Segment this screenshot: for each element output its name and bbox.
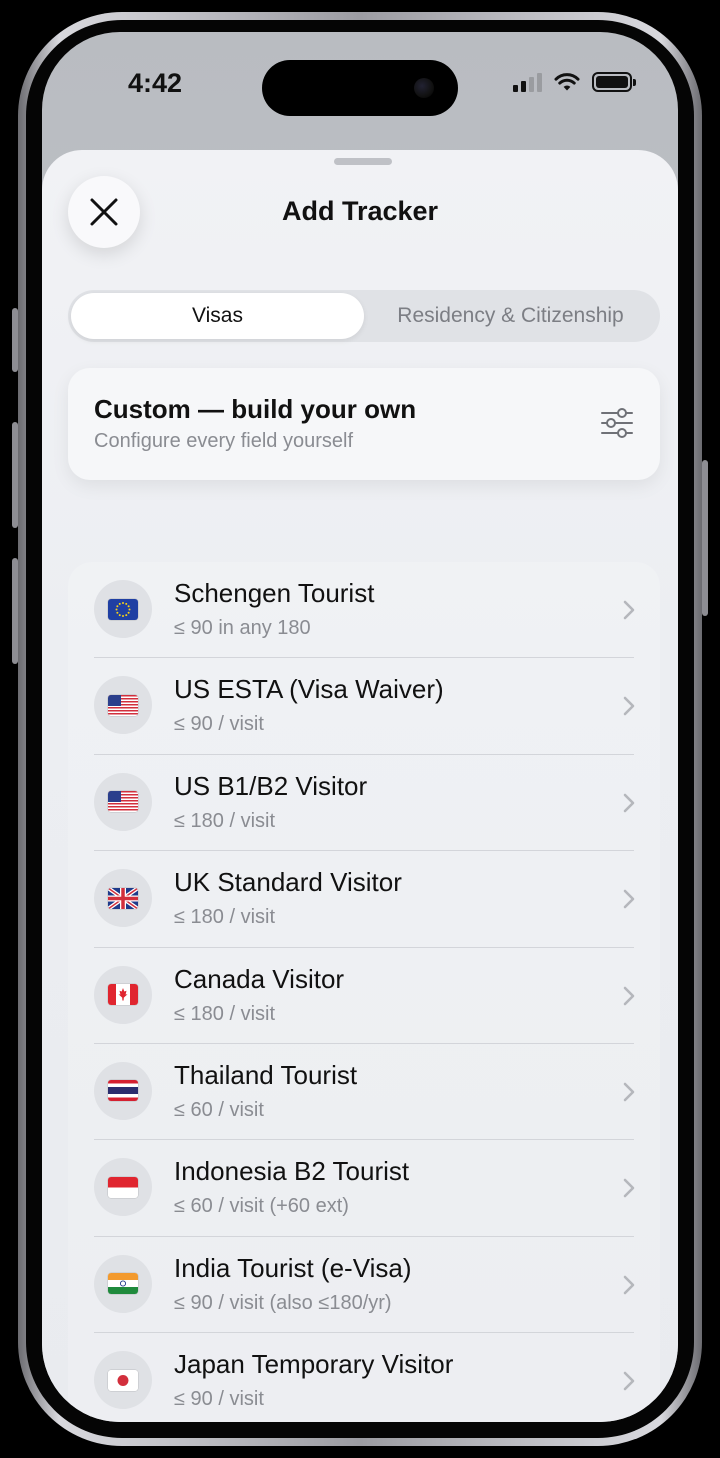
preset-limit: ≤ 60 / visit (+60 ext) (174, 1195, 349, 1218)
preset-title: India Tourist (e-Visa) (174, 1252, 412, 1283)
preset-limit: ≤ 90 in any 180 (174, 617, 311, 639)
sheet-grabber[interactable] (334, 158, 392, 165)
power-button (702, 460, 708, 616)
chevron-right-icon (623, 1275, 635, 1295)
tracker-type-segmented-control: Visas Residency & Citizenship (68, 290, 660, 342)
chevron-right-icon (623, 793, 635, 813)
action-button (12, 308, 18, 372)
preset-title: US ESTA (Visa Waiver) (174, 674, 444, 705)
volume-down-button (12, 558, 18, 664)
preset-limit: ≤ 180 / visit (174, 809, 276, 832)
uk-flag-icon (108, 887, 138, 909)
preset-limit: ≤ 90 / visit (174, 713, 264, 736)
camera-icon (414, 78, 434, 98)
in-flag-icon (108, 1273, 138, 1295)
wifi-icon (554, 73, 580, 91)
preset-row[interactable]: US ESTA (Visa Waiver) ≤ 90 / visit (94, 658, 635, 755)
preset-row[interactable]: Japan Temporary Visitor ≤ 90 / visit (94, 1333, 635, 1422)
flag-badge (94, 1158, 152, 1217)
preset-list: Schengen Tourist ≤ 90 in any 180 US ESTA… (68, 562, 660, 1422)
status-time: 4:42 (128, 68, 183, 98)
preset-limit: ≤ 180 / visit (174, 906, 276, 929)
preset-row[interactable]: US B1/B2 Visitor ≤ 180 / visit (94, 755, 635, 852)
preset-limit: ≤ 180 / visit (174, 1002, 276, 1025)
preset-title: Indonesia B2 Tourist (174, 1156, 410, 1187)
custom-card-title: Custom — build your own (94, 394, 417, 424)
chevron-right-icon (623, 1371, 635, 1391)
dynamic-island (262, 60, 458, 116)
preset-limit: ≤ 90 / visit (also ≤180/yr) (174, 1291, 392, 1314)
preset-row[interactable]: UK Standard Visitor ≤ 180 / visit (94, 851, 635, 948)
preset-row[interactable]: Schengen Tourist ≤ 90 in any 180 (94, 562, 635, 659)
volume-up-button (12, 422, 18, 528)
tab-residency-citizenship[interactable]: Residency & Citizenship (364, 293, 657, 339)
chevron-right-icon (623, 1179, 635, 1198)
flag-badge (94, 676, 152, 735)
preset-row[interactable]: India Tourist (e-Visa) ≤ 90 / visit (als… (94, 1237, 635, 1334)
screen: 4:42 Add Tracker Visas Residency & Citiz… (42, 32, 678, 1422)
preset-row[interactable]: Indonesia B2 Tourist ≤ 60 / visit (+60 e… (94, 1140, 635, 1237)
tab-visas[interactable]: Visas (71, 293, 364, 339)
preset-title: Schengen Tourist (174, 578, 375, 608)
chevron-right-icon (623, 1082, 635, 1102)
flag-badge (94, 965, 152, 1024)
preset-limit: ≤ 60 / visit (174, 1098, 264, 1121)
custom-tracker-card[interactable]: Custom — build your own Configure every … (68, 368, 660, 480)
us-flag-icon (108, 694, 138, 716)
custom-card-subtitle: Configure every field yourself (94, 430, 354, 452)
preset-title: Canada Visitor (174, 963, 345, 994)
chevron-right-icon (623, 986, 635, 1005)
chevron-right-icon (623, 697, 635, 716)
flag-badge (94, 1061, 152, 1120)
battery-icon (592, 72, 636, 92)
sliders-icon (601, 408, 633, 438)
chevron-right-icon (623, 889, 635, 909)
chevron-right-icon (623, 600, 635, 620)
add-tracker-sheet: Add Tracker Visas Residency & Citizenshi… (42, 150, 678, 1422)
flag-badge (94, 1351, 152, 1410)
preset-title: Japan Temporary Visitor (174, 1349, 454, 1380)
ca-flag-icon (108, 984, 138, 1006)
preset-title: UK Standard Visitor (174, 867, 402, 898)
th-flag-icon (108, 1080, 138, 1102)
flag-badge (94, 1254, 152, 1313)
preset-row[interactable]: Canada Visitor ≤ 180 / visit (94, 948, 635, 1044)
flag-badge (94, 580, 152, 638)
us-flag-icon (108, 791, 138, 813)
preset-row[interactable]: Thailand Tourist ≤ 60 / visit (94, 1044, 635, 1141)
cellular-signal-icon (513, 72, 542, 92)
flag-badge (94, 869, 152, 928)
sheet-title: Add Tracker (281, 196, 439, 226)
preset-limit: ≤ 90 / visit (174, 1388, 264, 1411)
status-icons (513, 72, 636, 92)
eu-flag-icon (108, 598, 138, 620)
flag-badge (94, 772, 152, 831)
id-flag-icon (108, 1176, 138, 1198)
preset-title: Thailand Tourist (174, 1059, 358, 1090)
preset-title: US B1/B2 Visitor (174, 770, 368, 801)
jp-flag-icon (108, 1369, 138, 1391)
